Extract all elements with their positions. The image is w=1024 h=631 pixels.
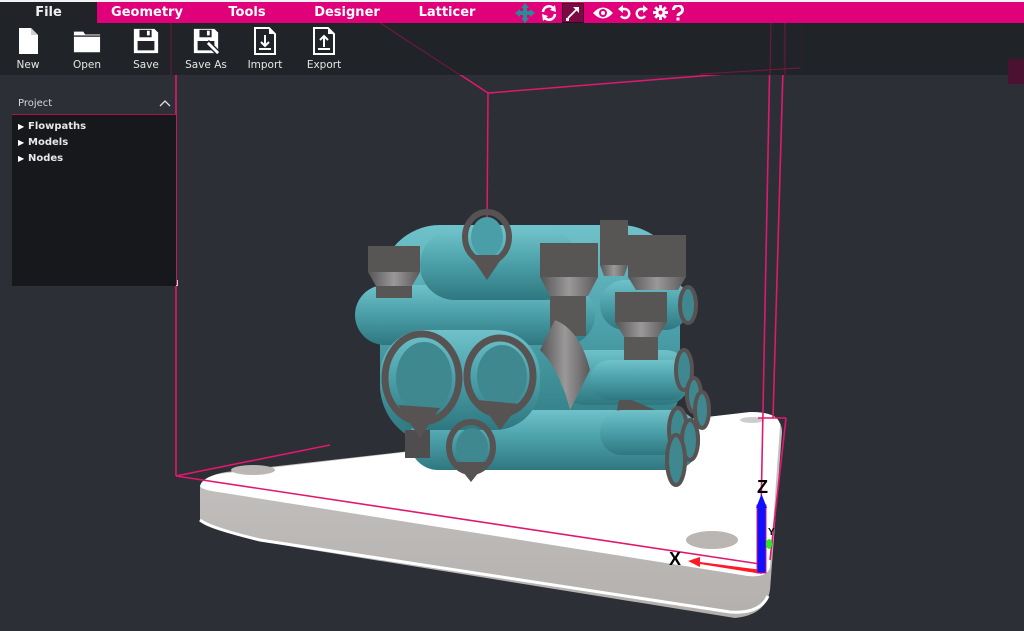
rotate-icon [541,4,557,21]
app-window: X Z Y File Geometry Tools Designer Latti… [0,0,1024,631]
floppy-edit-icon [193,28,220,56]
tree-item-label: Models [28,136,69,148]
help-icon [672,4,684,20]
x-axis-label: X [669,549,681,569]
help-button[interactable] [670,3,686,23]
nozzle [628,235,686,290]
export-icon [313,27,335,55]
open-label: Open [72,59,102,71]
tree-item-label: Flowpaths [28,120,87,132]
tab-latticer[interactable]: Latticer [397,2,497,23]
tab-file[interactable]: File [0,2,97,23]
project-panel-header[interactable]: Project [12,92,177,114]
tree-item-flowpaths[interactable]: ▶ Flowpaths [12,118,176,134]
folder-icon [73,31,101,53]
new-button[interactable]: New [0,26,56,74]
expand-arrow-icon[interactable]: ▶ [18,138,28,147]
export-button[interactable]: Export [296,26,352,74]
expand-arrow-icon[interactable]: ▶ [18,122,28,131]
y-axis-label: Y [768,527,775,538]
project-panel: Project ▶ Flowpaths ▶ Models ▶ Nodes [12,92,177,286]
tab-designer[interactable]: Designer [297,2,397,23]
settings-button[interactable] [652,3,668,23]
eye-icon [593,7,613,18]
move-arrows-icon [515,2,535,23]
expand-arrow-icon[interactable]: ▶ [18,154,28,163]
import-button[interactable]: Import [237,26,293,74]
menu-bar: File Geometry Tools Designer Latticer [0,0,1024,23]
scale-icon [566,6,579,21]
file-toolbar: New Open Save Save As Import Export [0,23,1024,84]
tree-item-nodes[interactable]: ▶ Nodes [12,150,176,166]
right-panel-handle[interactable] [1008,59,1024,84]
undo-button[interactable] [616,3,632,23]
redo-icon [635,4,648,19]
export-label: Export [306,59,342,71]
save-button[interactable]: Save [118,26,174,74]
tab-geometry[interactable]: Geometry [97,2,197,23]
z-axis-label: Z [757,477,768,497]
tree-item-models[interactable]: ▶ Models [12,134,176,150]
chevron-up-icon[interactable] [159,99,171,107]
import-icon [254,27,276,55]
redo-button[interactable] [634,3,650,23]
save-as-label: Save As [185,59,227,71]
floppy-icon [133,28,159,54]
view-toolbar [514,2,686,23]
project-title: Project [18,97,53,109]
import-label: Import [247,59,283,71]
manifold-model[interactable] [355,209,711,487]
tree-item-label: Nodes [28,152,64,164]
undo-icon [618,4,631,19]
rotate-tool-button[interactable] [538,3,560,23]
save-label: Save [133,59,159,71]
tab-tools[interactable]: Tools [197,2,297,23]
move-tool-button[interactable] [514,2,536,23]
gear-icon [652,5,668,20]
save-as-button[interactable]: Save As [178,26,234,74]
platform-hole [231,465,275,475]
new-label: New [16,59,40,71]
new-file-icon [19,28,38,54]
visibility-button[interactable] [592,3,614,23]
scale-tool-button[interactable] [562,2,584,23]
project-tree: ▶ Flowpaths ▶ Models ▶ Nodes [12,114,176,286]
open-button[interactable]: Open [59,26,115,74]
nozzle [600,220,628,276]
platform-hole [686,531,738,549]
